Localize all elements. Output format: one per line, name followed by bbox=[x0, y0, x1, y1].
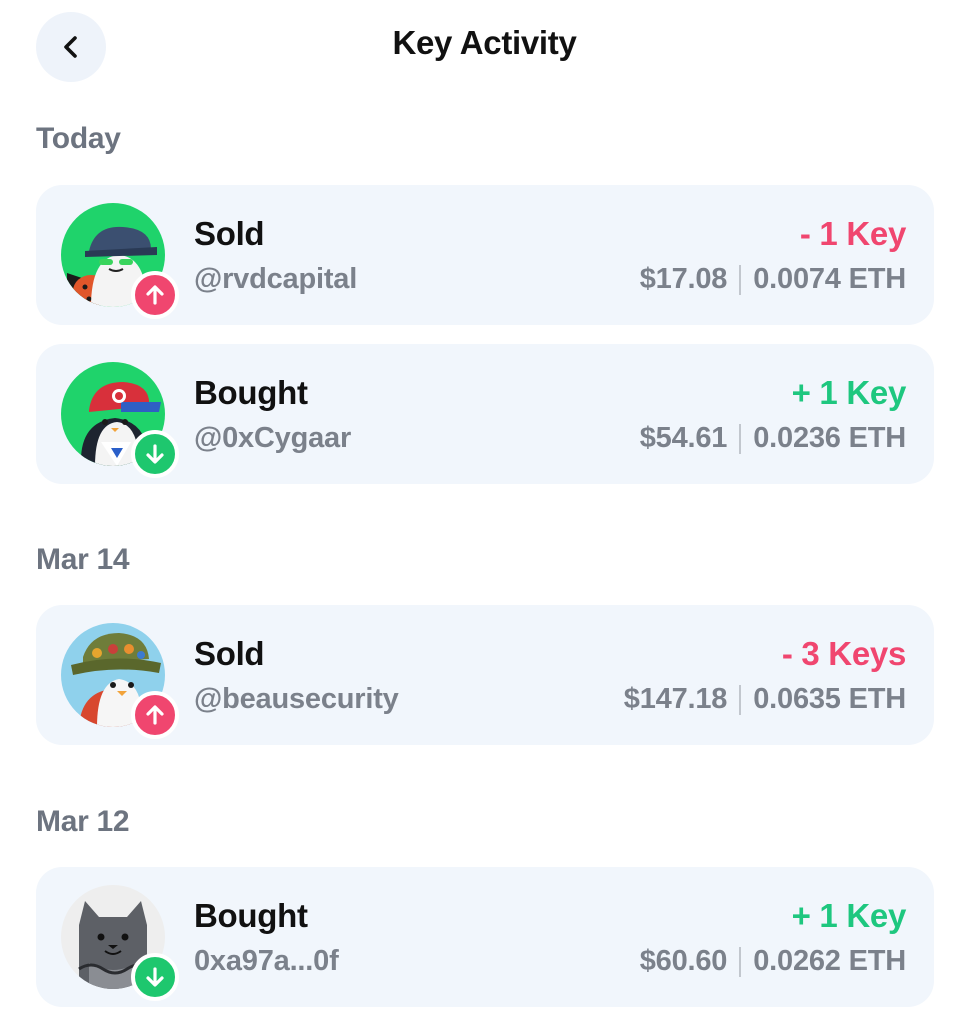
buy-badge bbox=[131, 430, 179, 478]
key-delta: + 1 Key bbox=[791, 374, 907, 411]
activity-action: Sold bbox=[194, 215, 265, 252]
activity-action: Bought bbox=[194, 374, 308, 411]
eth-amount: 0.0635 ETH bbox=[753, 683, 906, 715]
divider bbox=[739, 946, 742, 977]
arrow-up-icon bbox=[146, 705, 164, 725]
avatar-group bbox=[61, 623, 179, 739]
usd-amount: $17.08 bbox=[639, 263, 728, 295]
amounts: $60.60 0.0262 ETH bbox=[640, 945, 906, 978]
section-label-date: Mar 14 bbox=[36, 543, 130, 576]
activity-handle: 0xa97a...0f bbox=[194, 945, 339, 977]
avatar-group bbox=[61, 885, 179, 1001]
activity-handle: @rvdcapital bbox=[194, 263, 358, 295]
page-title: Key Activity bbox=[392, 24, 577, 61]
arrow-down-icon bbox=[146, 967, 164, 987]
activity-handle: @0xCygaar bbox=[194, 422, 352, 454]
activity-item[interactable]: Sold @rvdcapital - 1 Key $17.08 0.0074 E… bbox=[36, 185, 934, 325]
activity-item[interactable]: Bought 0xa97a...0f + 1 Key $60.60 0.0262… bbox=[36, 867, 934, 1007]
sell-badge bbox=[131, 271, 179, 319]
key-delta: - 3 Keys bbox=[781, 635, 906, 672]
arrow-up-icon bbox=[146, 285, 164, 305]
section-label-today: Today bbox=[36, 122, 121, 155]
avatar-group bbox=[61, 362, 179, 478]
amounts: $147.18 0.0635 ETH bbox=[624, 683, 906, 716]
section-label-date: Mar 12 bbox=[36, 805, 130, 838]
buy-badge bbox=[131, 953, 179, 1001]
activity-action: Bought bbox=[194, 897, 308, 934]
divider bbox=[739, 684, 742, 715]
activity-action: Sold bbox=[194, 635, 265, 672]
activity-handle: @beausecurity bbox=[194, 683, 399, 715]
eth-amount: 0.0262 ETH bbox=[753, 945, 906, 977]
key-delta: - 1 Key bbox=[799, 215, 906, 252]
activity-item[interactable]: Bought @0xCygaar + 1 Key $54.61 0.0236 E… bbox=[36, 344, 934, 484]
sell-badge bbox=[131, 691, 179, 739]
arrow-down-icon bbox=[146, 444, 164, 464]
eth-amount: 0.0236 ETH bbox=[753, 422, 906, 454]
eth-amount: 0.0074 ETH bbox=[753, 263, 906, 295]
usd-amount: $60.60 bbox=[639, 945, 728, 977]
key-delta: + 1 Key bbox=[791, 897, 907, 934]
activity-item[interactable]: Sold @beausecurity - 3 Keys $147.18 0.06… bbox=[36, 605, 934, 745]
key-activity-screen: Key Activity Today Sold @rvdcapital - 1 … bbox=[0, 0, 969, 1024]
divider bbox=[739, 423, 742, 454]
usd-amount: $54.61 bbox=[639, 422, 728, 454]
usd-amount: $147.18 bbox=[623, 683, 728, 715]
avatar-group bbox=[61, 203, 179, 319]
amounts: $17.08 0.0074 ETH bbox=[640, 263, 906, 296]
divider bbox=[739, 264, 742, 295]
amounts: $54.61 0.0236 ETH bbox=[640, 422, 906, 455]
